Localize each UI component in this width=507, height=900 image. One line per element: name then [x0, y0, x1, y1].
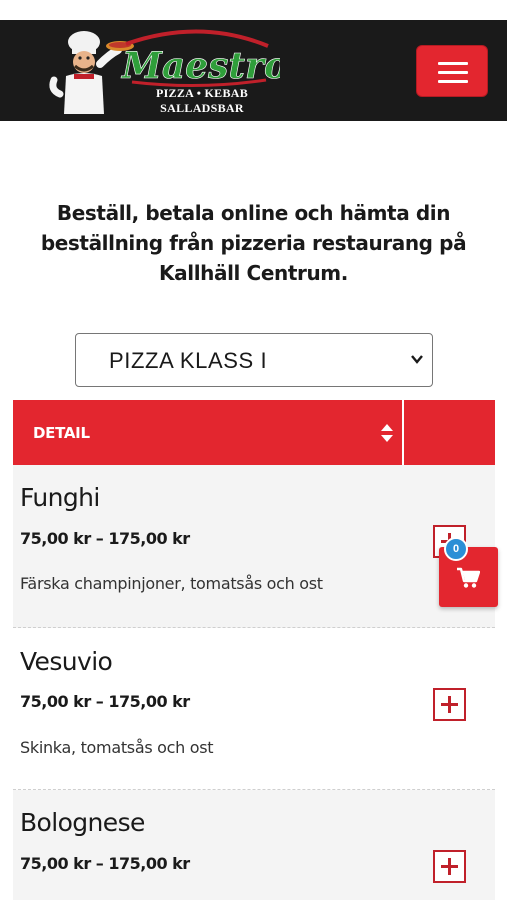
product-row-funghi: Funghi 75,00 kr – 175,00 kr Färska champ…	[13, 465, 495, 628]
add-to-cart-button[interactable]	[433, 688, 466, 721]
site-header: Maestros PIZZA • KEBAB SALLADSBAR	[0, 20, 507, 121]
product-price: 75,00 kr – 175,00 kr	[20, 529, 190, 548]
hamburger-menu-button[interactable]	[416, 45, 488, 97]
tagline-line2: SALLADSBAR	[160, 101, 244, 115]
category-select-value: PIZZA KLASS I	[109, 348, 268, 373]
brand-tagline: PIZZA • KEBAB SALLADSBAR	[136, 86, 268, 116]
column-divider	[402, 400, 404, 465]
shopping-cart-icon	[457, 567, 480, 588]
intro-text: Beställ, betala online och hämta din bes…	[40, 201, 467, 285]
add-to-cart-button[interactable]	[433, 850, 466, 883]
product-description: Färska champinjoner, tomatsås och ost	[20, 574, 323, 593]
product-name: Bolognese	[20, 808, 145, 837]
hamburger-menu-icon-bar-2	[438, 71, 468, 74]
page: Maestros PIZZA • KEBAB SALLADSBAR Bestäl…	[0, 0, 507, 900]
product-price: 75,00 kr – 175,00 kr	[20, 692, 190, 711]
product-name: Vesuvio	[20, 647, 113, 676]
product-name: Funghi	[20, 483, 100, 512]
product-price: 75,00 kr – 175,00 kr	[20, 854, 190, 873]
product-table-header: DETAIL	[13, 400, 495, 465]
cart-count-badge: 0	[444, 537, 468, 561]
brand-logo[interactable]: Maestros PIZZA • KEBAB SALLADSBAR	[40, 24, 280, 118]
product-row-vesuvio: Vesuvio 75,00 kr – 175,00 kr Skinka, tom…	[13, 628, 495, 790]
detail-column-header[interactable]: DETAIL	[33, 424, 90, 442]
category-select[interactable]: PIZZA KLASS I	[75, 333, 433, 387]
hamburger-menu-icon-bar-3	[438, 80, 468, 83]
top-gap	[0, 0, 507, 20]
product-description: Skinka, tomatsås och ost	[20, 738, 214, 757]
product-row-bolognese: Bolognese 75,00 kr – 175,00 kr	[13, 790, 495, 900]
sort-icon[interactable]	[380, 423, 394, 443]
hamburger-menu-icon-bar-1	[438, 62, 468, 65]
chevron-down-icon	[411, 355, 423, 364]
tagline-line1: PIZZA • KEBAB	[155, 86, 249, 100]
